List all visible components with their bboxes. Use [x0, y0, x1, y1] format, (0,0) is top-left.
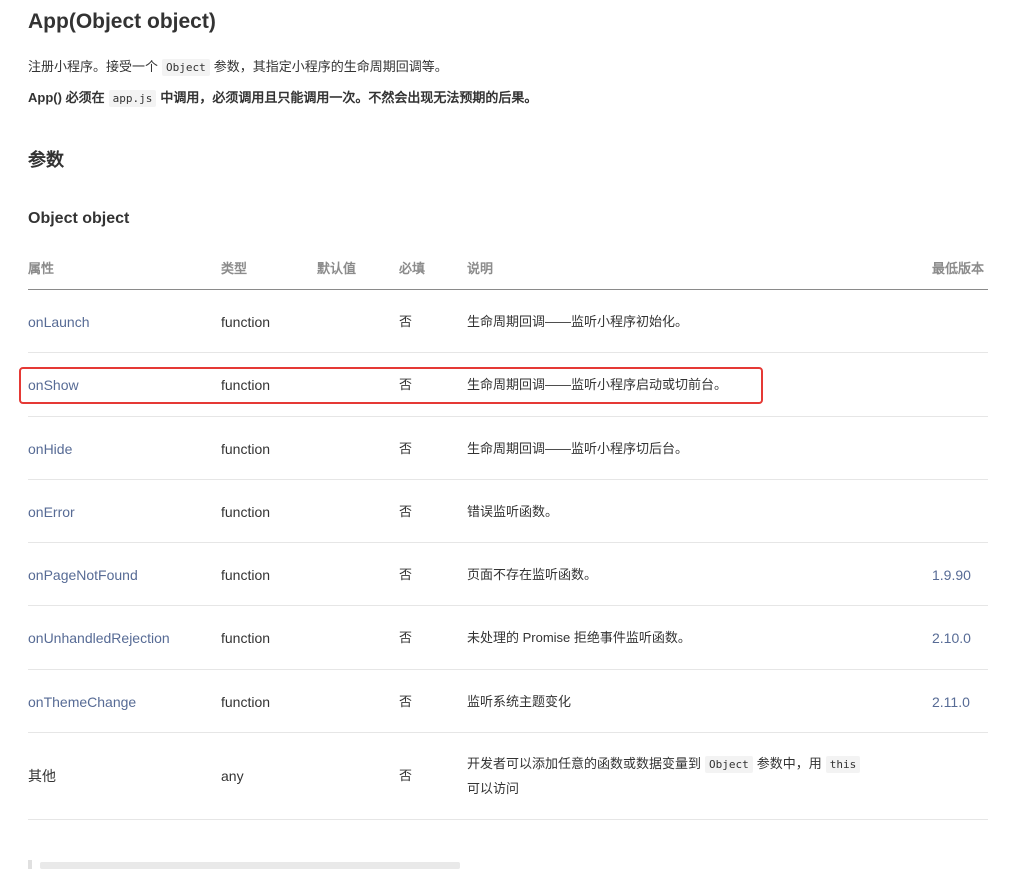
blockquote-bar: [28, 860, 32, 869]
row-name-link[interactable]: onHide: [28, 438, 72, 460]
row-desc: 生命周期回调——监听小程序初始化。: [467, 314, 689, 329]
row-required: 否: [399, 377, 413, 392]
header-required: 必填: [399, 261, 426, 276]
row-desc: 未处理的 Promise 拒绝事件监听函数。: [467, 630, 691, 645]
row-desc: 生命周期回调——监听小程序启动或切前台。: [467, 377, 728, 392]
page-title: App(Object object): [28, 10, 216, 33]
row-required: 否: [399, 314, 413, 329]
note-paragraph: App() 必须在 app.js 中调用，必须调用且只能调用一次。不然会出现无法预期…: [28, 87, 537, 110]
row-required: 否: [399, 567, 413, 582]
object-heading: Object object: [28, 210, 130, 227]
intro-text-post: 参数，其指定小程序的生命周期回调等。: [213, 59, 448, 74]
row-type: any: [221, 768, 244, 784]
intro-code: Object: [162, 59, 210, 76]
header-attr: 属性: [28, 261, 55, 276]
note-mid: 必须在: [65, 90, 105, 105]
blockquote-text-cutoff: [40, 862, 460, 869]
row-desc: 错误监听函数。: [467, 504, 559, 519]
row-required: 否: [399, 441, 413, 456]
table-header: 属性 类型 默认值 必填 说明 最低版本: [28, 248, 988, 290]
desc-mid: 参数中，用: [756, 756, 822, 771]
table-row-on-show: onShow function 否 生命周期回调——监听小程序启动或切前台。: [28, 353, 988, 417]
desc-post: 可以访问: [467, 781, 520, 796]
row-desc: 开发者可以添加任意的函数或数据变量到 Object 参数中，用 this 可以访问: [467, 752, 907, 801]
desc-code-this: this: [825, 756, 861, 773]
intro-text-pre: 注册小程序。接受一个: [28, 59, 159, 74]
params-table: 属性 类型 默认值 必填 说明 最低版本 onLaunch function 否生命…: [28, 248, 988, 820]
row-required: 否: [399, 630, 413, 645]
header-desc: 说明: [467, 261, 494, 276]
row-name-link[interactable]: onShow: [28, 374, 79, 396]
row-name-link[interactable]: onPageNotFound: [28, 564, 138, 586]
header-version: 最低版本: [932, 261, 985, 276]
table-row-on-theme-change: onThemeChange function 否 监听系统主题变化 2.11.0: [28, 670, 988, 733]
row-type: function: [221, 567, 271, 583]
header-default: 默认值: [317, 261, 357, 276]
row-version-link[interactable]: 1.9.90: [932, 564, 971, 586]
row-type: function: [221, 314, 271, 330]
row-required: 否: [399, 694, 413, 709]
row-type: function: [221, 694, 271, 710]
row-name-link[interactable]: onError: [28, 501, 75, 523]
header-type: 类型: [221, 261, 248, 276]
row-name-link[interactable]: onUnhandledRejection: [28, 627, 170, 649]
row-name: 其他: [28, 768, 56, 784]
table-row-other: 其他 any 否 开发者可以添加任意的函数或数据变量到 Object 参数中，用 th…: [28, 733, 988, 820]
note-code: app.js: [108, 90, 157, 107]
note-app: App(): [28, 90, 62, 105]
row-type: function: [221, 630, 271, 646]
row-name-link[interactable]: onThemeChange: [28, 691, 136, 713]
row-type: function: [221, 377, 271, 393]
table-body: onLaunch function 否 生命周期回调——监听小程序初始化。 onShow…: [28, 290, 988, 733]
row-desc: 生命周期回调——监听小程序切后台。: [467, 441, 689, 456]
row-version-link[interactable]: 2.11.0: [932, 691, 970, 713]
row-desc: 页面不存在监听函数。: [467, 567, 598, 582]
row-type: function: [221, 504, 271, 520]
table-row-on-hide: onHide function 否 生命周期回调——监听小程序切后台。: [28, 417, 988, 480]
table-row-on-error: onError function 否 错误监听函数。: [28, 480, 988, 543]
row-desc: 监听系统主题变化: [467, 694, 572, 709]
table-row-on-launch: onLaunch function 否 生命周期回调——监听小程序初始化。: [28, 290, 988, 353]
row-required: 否: [399, 504, 413, 519]
desc-code-object: Object: [705, 756, 753, 773]
row-type: function: [221, 441, 271, 457]
note-post: 中调用，必须调用且只能调用一次。不然会出现无法预期的后果。: [160, 90, 538, 105]
row-version-link[interactable]: 2.10.0: [932, 627, 971, 649]
params-heading: 参数: [28, 150, 64, 170]
desc-pre: 开发者可以添加任意的函数或数据变量到: [467, 756, 702, 771]
doc-page: App(Object object) 注册小程序。接受一个 Object 参数，其指…: [0, 0, 1024, 869]
row-required: 否: [399, 768, 413, 783]
row-name-link[interactable]: onLaunch: [28, 311, 90, 333]
table-row-on-unhandled-rejection: onUnhandledRejection function 否 未处理的 Promis…: [28, 606, 988, 670]
table-row-on-page-not-found: onPageNotFound function 否 页面不存在监听函数。 1.9.90: [28, 543, 988, 606]
intro-paragraph: 注册小程序。接受一个 Object 参数，其指定小程序的生命周期回调等。: [28, 56, 448, 79]
